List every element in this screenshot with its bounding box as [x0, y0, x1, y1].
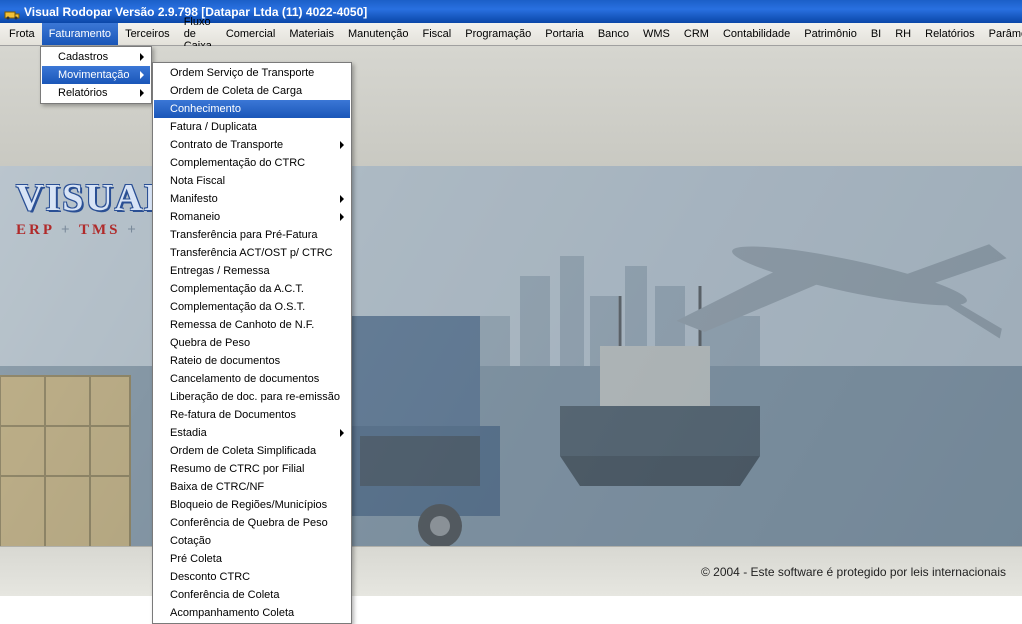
menu-item[interactable]: CRM	[677, 23, 716, 45]
chevron-right-icon	[140, 89, 144, 97]
submenu-item[interactable]: Transferência ACT/OST p/ CTRC	[154, 244, 350, 262]
submenu-item[interactable]: Complementação do CTRC	[154, 154, 350, 172]
submenu-item[interactable]: Complementação da O.S.T.	[154, 298, 350, 316]
submenu-item[interactable]: Remessa de Canhoto de N.F.	[154, 316, 350, 334]
app-icon	[4, 4, 20, 20]
submenu-item[interactable]: Quebra de Peso	[154, 334, 350, 352]
menu-item[interactable]: Fiscal	[416, 23, 459, 45]
menu-item[interactable]: Parâmetros	[982, 23, 1022, 45]
submenu-item[interactable]: Desconto CTRC	[154, 568, 350, 586]
menu-item[interactable]: Fluxo de Caixa	[177, 23, 219, 45]
menu-item[interactable]: Patrimônio	[797, 23, 864, 45]
submenu-item[interactable]: Re-fatura de Documentos	[154, 406, 350, 424]
submenu-item[interactable]: Bloqueio de Regiões/Municípios	[154, 496, 350, 514]
submenu-item[interactable]: Resumo de CTRC por Filial	[154, 460, 350, 478]
chevron-right-icon	[340, 195, 344, 203]
submenu-item[interactable]: Ordem Serviço de Transporte	[154, 64, 350, 82]
brand-block: VISUAL ERP + TMS +	[16, 176, 172, 239]
menu-item[interactable]: RH	[888, 23, 918, 45]
submenu-item[interactable]: Baixa de CTRC/NF	[154, 478, 350, 496]
submenu-item[interactable]: Complementação da A.C.T.	[154, 280, 350, 298]
submenu-item[interactable]: Rateio de documentos	[154, 352, 350, 370]
submenu-item[interactable]: Fatura / Duplicata	[154, 118, 350, 136]
submenu-item[interactable]: Pré Coleta	[154, 550, 350, 568]
menu-item[interactable]: Manutenção	[341, 23, 416, 45]
submenu-item[interactable]: Entregas / Remessa	[154, 262, 350, 280]
submenu-item[interactable]: Conferência de Coleta	[154, 586, 350, 604]
submenu-item[interactable]: Conferência de Quebra de Peso	[154, 514, 350, 532]
submenu-item[interactable]: Conhecimento	[154, 100, 350, 118]
menu-item[interactable]: Contabilidade	[716, 23, 797, 45]
submenu-item[interactable]: Movimentação	[42, 66, 150, 84]
menu-item[interactable]: WMS	[636, 23, 677, 45]
brand-tms: TMS	[79, 222, 121, 238]
menu-item[interactable]: Relatórios	[918, 23, 982, 45]
chevron-right-icon	[340, 213, 344, 221]
footer-text: © 2004 - Este software é protegido por l…	[701, 565, 1006, 579]
submenu-item[interactable]: Ordem de Coleta Simplificada	[154, 442, 350, 460]
brand-plus2: +	[127, 222, 139, 238]
submenu-item[interactable]: Estadia	[154, 424, 350, 442]
submenu-item[interactable]: Manifesto	[154, 190, 350, 208]
submenu-item[interactable]: Cancelamento de documentos	[154, 370, 350, 388]
submenu-item[interactable]: Acompanhamento Coleta	[154, 604, 350, 622]
menu-item[interactable]: BI	[864, 23, 888, 45]
submenu-item[interactable]: Relatórios	[42, 84, 150, 102]
brand-plus: +	[61, 222, 73, 238]
submenu-item[interactable]: Contrato de Transporte	[154, 136, 350, 154]
brand-visual: VISUAL	[16, 176, 172, 220]
menu-item[interactable]: Faturamento	[42, 23, 118, 45]
menu-item[interactable]: Frota	[2, 23, 42, 45]
submenu-item[interactable]: Transferência para Pré-Fatura	[154, 226, 350, 244]
submenu-item[interactable]: Ordem de Coleta de Carga	[154, 82, 350, 100]
titlebar: Visual Rodopar Versão 2.9.798 [Datapar L…	[0, 0, 1022, 23]
brand-sub: ERP + TMS +	[16, 222, 172, 239]
brand-erp: ERP	[16, 222, 54, 238]
menu-item[interactable]: Comercial	[219, 23, 283, 45]
submenu-faturamento: CadastrosMovimentaçãoRelatórios	[40, 46, 152, 104]
menu-item[interactable]: Materiais	[282, 23, 341, 45]
submenu-item[interactable]: Romaneio	[154, 208, 350, 226]
menu-item[interactable]: Programação	[458, 23, 538, 45]
submenu-item[interactable]: Nota Fiscal	[154, 172, 350, 190]
menu-item[interactable]: Banco	[591, 23, 636, 45]
menubar: FrotaFaturamentoTerceirosFluxo de CaixaC…	[0, 23, 1022, 46]
chevron-right-icon	[340, 429, 344, 437]
chevron-right-icon	[340, 141, 344, 149]
submenu-item[interactable]: Cotação	[154, 532, 350, 550]
chevron-right-icon	[140, 53, 144, 61]
menu-item[interactable]: Portaria	[538, 23, 591, 45]
submenu-item[interactable]: Liberação de doc. para re-emissão	[154, 388, 350, 406]
chevron-right-icon	[140, 71, 144, 79]
menu-item[interactable]: Terceiros	[118, 23, 177, 45]
submenu-item[interactable]: Cadastros	[42, 48, 150, 66]
submenu-movimentacao: Ordem Serviço de TransporteOrdem de Cole…	[152, 62, 352, 624]
